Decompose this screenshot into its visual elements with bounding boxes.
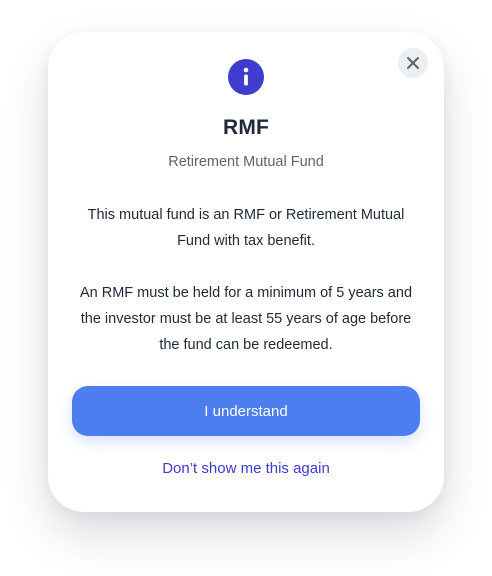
info-icon xyxy=(228,59,264,95)
dialog-subtitle: Retirement Mutual Fund xyxy=(168,154,324,170)
dont-show-again-link[interactable]: Don’t show me this again xyxy=(48,460,444,477)
body-paragraph-tax-benefit: This mutual fund is an RMF or Retirement… xyxy=(87,207,405,249)
info-dialog: RMF Retirement Mutual Fund This mutual f… xyxy=(48,32,444,512)
body-paragraph-holding-rule: An RMF must be held for a minimum of 5 y… xyxy=(79,285,413,353)
dialog-title: RMF xyxy=(222,116,270,139)
close-icon xyxy=(407,57,419,69)
i-understand-button[interactable]: I understand xyxy=(72,386,420,436)
close-button[interactable] xyxy=(398,48,428,78)
page: RMF Retirement Mutual Fund This mutual f… xyxy=(0,0,492,576)
